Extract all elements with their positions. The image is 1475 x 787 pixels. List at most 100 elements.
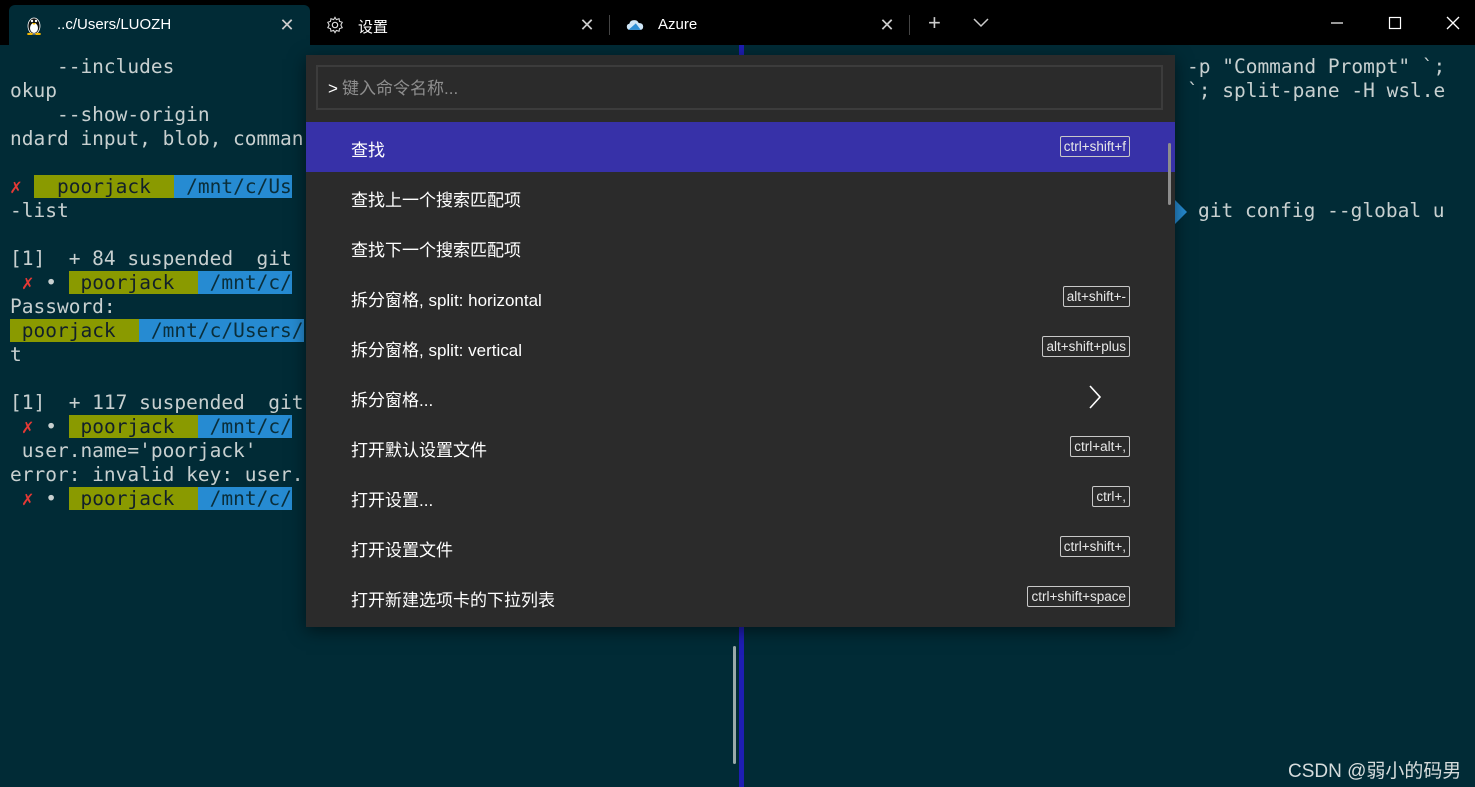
command-palette: > 查找 ctrl+shift+f 查找上一个搜索匹配项 查找下一个搜索匹配项 … <box>306 55 1175 627</box>
close-window-icon[interactable] <box>1424 0 1475 45</box>
command-shortcut: ctrl+shift+, <box>1059 536 1130 557</box>
command-item-open-settings-file[interactable]: 打开设置文件 ctrl+shift+, <box>306 522 1175 572</box>
command-item-open-default-settings[interactable]: 打开默认设置文件 ctrl+alt+, <box>306 422 1175 472</box>
close-tab-icon[interactable]: ✕ <box>577 15 597 35</box>
background-job-dot: • <box>45 487 57 510</box>
prompt-path-segment: /mnt/c/ <box>197 271 292 294</box>
prompt-path-segment: /mnt/c/ <box>197 415 292 438</box>
command-label: 查找下一个搜索匹配项 <box>351 241 521 260</box>
terminal-line: ndard input, blob, comman <box>10 127 304 150</box>
command-prefix: > <box>328 79 338 98</box>
command-shortcut: ctrl+alt+, <box>1070 436 1130 457</box>
terminal-line: --includes <box>10 55 175 78</box>
command-item-open-settings[interactable]: 打开设置... ctrl+, <box>306 472 1175 522</box>
linux-penguin-icon <box>25 16 43 35</box>
prompt-user-segment: poorjack <box>68 487 198 510</box>
prompt-user: poorjack <box>80 271 175 294</box>
minimize-icon[interactable] <box>1308 0 1366 45</box>
tab-divider <box>909 15 910 35</box>
prompt-user: poorjack <box>21 319 116 342</box>
terminal-line: [1] + 117 suspended git <box>10 391 304 414</box>
pane-scrollbar[interactable] <box>733 646 736 764</box>
prompt-line: ✗ poorjack /mnt/c/Us <box>10 175 292 199</box>
command-shortcut: ctrl+shift+space <box>1027 586 1130 607</box>
terminal-line: error: invalid key: user. <box>10 463 304 486</box>
command-item-find[interactable]: 查找 ctrl+shift+f <box>306 122 1175 172</box>
prompt-path-segment: /mnt/c/Us <box>174 175 292 198</box>
terminal-line: `; split-pane -H wsl.e <box>1187 79 1446 102</box>
close-tab-icon[interactable]: ✕ <box>277 15 297 35</box>
error-mark: ✗ <box>21 415 34 438</box>
command-label: 拆分窗格, split: vertical <box>351 341 522 360</box>
terminal-line: t <box>10 343 22 366</box>
error-mark: ✗ <box>10 175 22 198</box>
prompt-line: poorjack /mnt/c/Users/ <box>10 319 304 343</box>
terminal-line: --show-origin <box>10 103 210 126</box>
chevron-down-icon[interactable] <box>972 12 992 32</box>
command-label: 查找 <box>351 141 385 160</box>
error-mark: ✗ <box>21 271 34 294</box>
chevron-right-icon <box>1087 384 1103 410</box>
prompt-path: /mnt/c/Us <box>186 175 292 198</box>
command-label: 拆分窗格... <box>351 391 434 410</box>
tab-title: ..c/Users/LUOZH <box>57 16 172 33</box>
command-shortcut: alt+shift+- <box>1062 286 1130 307</box>
prompt-user: poorjack <box>56 175 151 198</box>
prompt-path-segment: /mnt/c/Users/ <box>139 319 304 342</box>
command-label: 打开新建选项卡的下拉列表 <box>351 591 555 610</box>
prompt-user-segment: poorjack <box>10 319 140 342</box>
command-label: 拆分窗格, split: horizontal <box>351 291 542 310</box>
prompt-user-segment: poorjack <box>33 175 175 198</box>
terminal-line: -list <box>10 199 69 222</box>
command-shortcut: ctrl+, <box>1092 486 1130 507</box>
new-tab-plus-icon[interactable]: + <box>928 12 941 34</box>
error-mark: ✗ <box>21 487 34 510</box>
prompt-user-segment: poorjack <box>68 415 198 438</box>
command-label: 打开设置... <box>351 491 434 510</box>
prompt-path-segment: /mnt/c/ <box>197 487 292 510</box>
command-search-input[interactable] <box>340 76 1144 102</box>
prompt-line: ✗ • poorjack /mnt/c/ <box>10 415 292 439</box>
command-label: 打开设置文件 <box>351 541 453 560</box>
terminal-line: Password: <box>10 295 116 318</box>
command-search-box[interactable]: > <box>316 65 1163 110</box>
command-shortcut: ctrl+shift+f <box>1059 136 1130 157</box>
prompt-line: ✗ • poorjack /mnt/c/ <box>10 271 292 295</box>
command-item-split-vertical[interactable]: 拆分窗格, split: vertical alt+shift+plus <box>306 322 1175 372</box>
prompt-line: ✗ • poorjack /mnt/c/ <box>10 487 292 511</box>
close-tab-icon[interactable]: ✕ <box>877 15 897 35</box>
gear-icon <box>326 16 344 34</box>
tab-azure[interactable]: Azure ✕ <box>610 5 908 45</box>
prompt-path: /mnt/c/ <box>209 415 292 438</box>
terminal-line: okup <box>10 79 57 102</box>
title-bar: ..c/Users/LUOZH ✕ 设置 ✕ Azure ✕ + <box>0 0 1475 45</box>
command-label: 查找上一个搜索匹配项 <box>351 191 521 210</box>
command-item-find-next[interactable]: 查找下一个搜索匹配项 <box>306 222 1175 272</box>
command-item-split-horizontal[interactable]: 拆分窗格, split: horizontal alt+shift+- <box>306 272 1175 322</box>
tab-title: 设置 <box>358 19 389 36</box>
prompt-path: /mnt/c/ <box>209 271 292 294</box>
maximize-icon[interactable] <box>1366 0 1424 45</box>
command-item-split-pane-submenu[interactable]: 拆分窗格... <box>306 372 1175 422</box>
command-item-find-previous[interactable]: 查找上一个搜索匹配项 <box>306 172 1175 222</box>
command-label: 打开默认设置文件 <box>351 441 487 460</box>
prompt-path: /mnt/c/ <box>209 487 292 510</box>
terminal-line: git config --global u <box>1198 199 1445 222</box>
tab-title: Azure <box>658 16 698 33</box>
prompt-user: poorjack <box>80 487 175 510</box>
prompt-arrow-icon <box>1175 200 1187 224</box>
prompt-user: poorjack <box>80 415 175 438</box>
prompt-path: /mnt/c/Users/ <box>150 319 304 342</box>
command-list: 查找 ctrl+shift+f 查找上一个搜索匹配项 查找下一个搜索匹配项 拆分… <box>306 122 1175 622</box>
azure-cloud-icon <box>626 16 644 34</box>
command-list-scrollbar[interactable] <box>1168 143 1171 205</box>
background-job-dot: • <box>45 415 57 438</box>
command-shortcut: alt+shift+plus <box>1042 336 1130 357</box>
command-item-open-new-tab-dropdown[interactable]: 打开新建选项卡的下拉列表 ctrl+shift+space <box>306 572 1175 622</box>
prompt-user-segment: poorjack <box>68 271 198 294</box>
terminal-line: user.name='poorjack' <box>10 439 257 462</box>
terminal-line: [1] + 84 suspended git <box>10 247 292 270</box>
terminal-line: -p "Command Prompt" `; <box>1187 55 1446 78</box>
tab-ubuntu[interactable]: ..c/Users/LUOZH ✕ <box>9 5 310 45</box>
tab-settings[interactable]: 设置 ✕ <box>310 5 608 45</box>
